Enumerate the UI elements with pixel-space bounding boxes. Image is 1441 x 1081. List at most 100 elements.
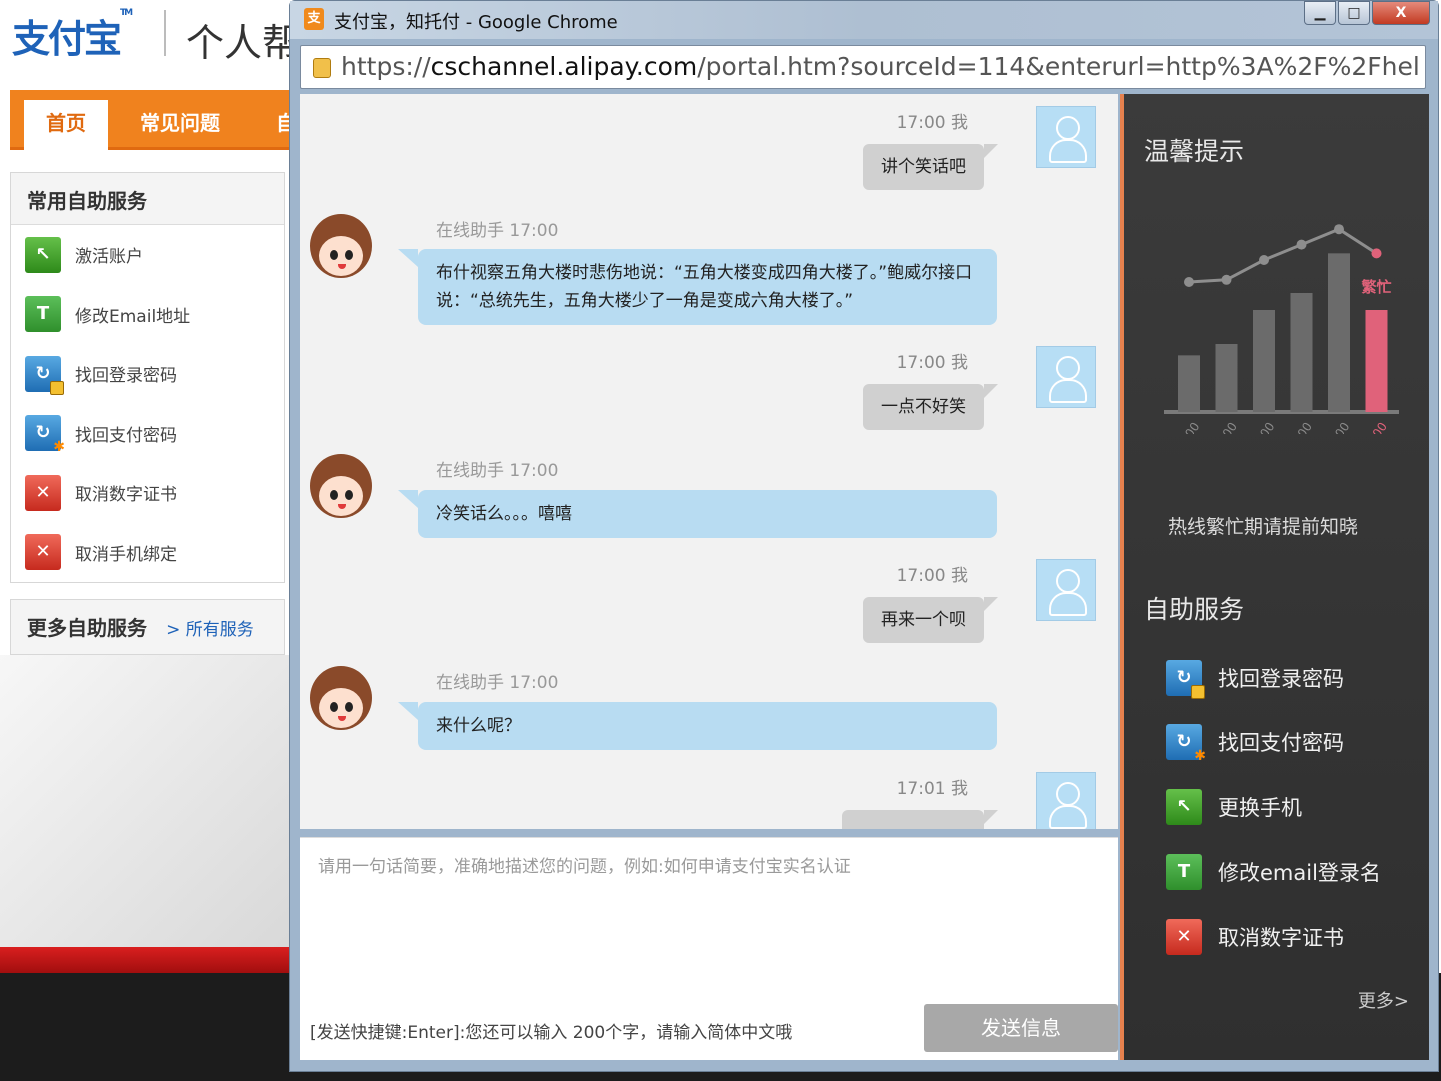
message-meta: 17:00 我 <box>896 113 968 133</box>
close-button[interactable]: X <box>1372 1 1430 25</box>
service-cancel-phone-binding[interactable]: ✕ 取消手机绑定 <box>11 523 284 583</box>
user-message-bubble: 再来一个呗 <box>863 597 998 643</box>
alipay-favicon-icon: 支 <box>304 8 324 30</box>
service-activate-account[interactable]: ↖ 激活账户 <box>11 225 284 285</box>
edit-email-icon: T <box>25 296 61 333</box>
common-services-box: 常用自助服务 ↖ 激活账户 T 修改Email地址 ↻ 找回登录密码 ↻ ✱ 找回… <box>10 172 285 583</box>
user-message-bubble: 讲个笑话吧 <box>863 144 998 190</box>
bar-13:00-14:00 <box>1215 344 1238 412</box>
assistant-avatar <box>310 214 372 278</box>
tick-label: 12:00-13:00 <box>1164 420 1202 434</box>
recover-payment-password-icon: ↻ ✱ <box>25 415 65 455</box>
service-label: 找回支付密码 <box>75 425 177 446</box>
side-item-label: 找回支付密码 <box>1218 731 1344 755</box>
chat-browser-window: 支 支付宝，知托付 - Google Chrome ▁ □ X https://… <box>289 0 1439 1072</box>
side-item-label: 找回登录密码 <box>1218 667 1344 691</box>
main-nav: 首页 常见问题 自 <box>10 90 300 150</box>
user-avatar <box>1036 772 1096 829</box>
side-change-phone[interactable]: ↖ 更换手机 <box>1166 784 1302 830</box>
all-services-link[interactable]: > 所有服务 <box>166 620 254 640</box>
bar-16:00-17:00 <box>1328 253 1350 412</box>
trend-point <box>1371 248 1382 259</box>
trend-point <box>1221 274 1232 285</box>
busy-hours-chart: 12:00-13:0013:00-14:0014:00-15:0015:00-1… <box>1164 224 1399 434</box>
service-label: 修改Email地址 <box>75 306 191 327</box>
minimize-button[interactable]: ▁ <box>1304 1 1336 25</box>
address-bar[interactable]: https://cschannel.alipay.com/portal.htm?… <box>300 45 1426 89</box>
side-cancel-certificate[interactable]: ✕ 取消数字证书 <box>1166 914 1344 960</box>
user-message-bubble <box>842 810 998 829</box>
recover-login-password-icon: ↻ <box>25 355 64 395</box>
input-placeholder: 请用一句话简要，准确地描述您的问题，例如:如何申请支付宝实名认证 <box>318 857 851 877</box>
bar-17:00-18:00 <box>1365 310 1388 412</box>
chat-transcript[interactable]: 17:00 我 讲个笑话吧 在线助手 17:00 布什视察五角大楼时悲伤地说：“… <box>300 94 1118 829</box>
message-meta: 17:01 我 <box>896 779 968 799</box>
change-phone-icon: ↖ <box>1166 789 1202 825</box>
assistant-avatar <box>310 454 372 518</box>
cancel-certificate-icon: ✕ <box>25 474 61 511</box>
bar-12:00-13:00 <box>1178 355 1200 412</box>
side-recover-login-password[interactable]: ↻ 找回登录密码 <box>1166 655 1344 701</box>
recover-login-password-icon: ↻ <box>1166 660 1205 699</box>
send-button[interactable]: 发送信息 <box>924 1004 1118 1052</box>
service-cancel-certificate[interactable]: ✕ 取消数字证书 <box>11 463 284 523</box>
side-edit-email[interactable]: T 修改email登录名 <box>1166 849 1381 895</box>
busy-label: 繁忙 <box>1360 278 1391 296</box>
more-link[interactable]: 更多> <box>1358 987 1409 1013</box>
service-label: 激活账户 <box>75 247 143 268</box>
maximize-button[interactable]: □ <box>1338 1 1370 25</box>
tip-title: 温馨提示 <box>1144 137 1245 166</box>
window-titlebar[interactable]: 支 支付宝，知托付 - Google Chrome ▁ □ X <box>290 1 1438 39</box>
bar-14:00-15:00 <box>1253 310 1275 412</box>
user-avatar <box>1036 106 1096 168</box>
tips-sidebar: 温馨提示 12:00-13:0013:00-14:0014:00-15:0015… <box>1120 94 1429 1060</box>
alipay-logo[interactable]: 支付宝TM <box>12 8 133 63</box>
tab-home[interactable]: 首页 <box>24 100 108 150</box>
side-item-label: 取消数字证书 <box>1218 926 1344 950</box>
assistant-message-bubble: 冷笑话么。。。嘻嘻 <box>398 490 997 538</box>
service-label: 找回登录密码 <box>75 366 177 387</box>
cancel-certificate-icon: ✕ <box>1166 919 1202 955</box>
cancel-phone-binding-icon: ✕ <box>25 534 61 571</box>
message-meta: 在线助手 17:00 <box>436 461 559 481</box>
recover-payment-password-icon: ↻ ✱ <box>1166 724 1206 764</box>
portal-title: 个人帮 <box>186 21 301 65</box>
side-item-label: 更换手机 <box>1218 796 1302 820</box>
lock-icon <box>313 58 331 78</box>
service-recover-login-password[interactable]: ↻ 找回登录密码 <box>11 344 284 404</box>
activate-account-icon: ↖ <box>25 236 61 273</box>
self-service-title: 自助服务 <box>1144 595 1245 624</box>
user-message-bubble: 一点不好笑 <box>863 384 998 430</box>
service-label: 取消数字证书 <box>75 485 177 506</box>
busy-footer: 热线繁忙期请提前知晓 <box>1168 516 1359 538</box>
footer-red-bar <box>0 947 300 973</box>
trend-point <box>1334 224 1344 235</box>
message-meta: 在线助手 17:00 <box>436 673 559 693</box>
more-services-box: 更多自助服务 > 所有服务 <box>10 599 285 655</box>
url-text[interactable]: https://cschannel.alipay.com/portal.htm?… <box>341 52 1421 81</box>
tab-faq[interactable]: 常见问题 <box>118 100 242 150</box>
window-title: 支付宝，知托付 - Google Chrome <box>334 12 618 33</box>
more-services-title: 更多自助服务 <box>27 616 147 640</box>
message-meta: 在线助手 17:00 <box>436 221 559 241</box>
service-recover-payment-password[interactable]: ↻ ✱ 找回支付密码 <box>11 404 284 464</box>
assistant-message-bubble: 来什么呢？ <box>398 702 997 750</box>
assistant-message-bubble: 布什视察五角大楼时悲伤地说：“五角大楼变成四角大楼了。”鲍威尔接口说：“总统先生… <box>398 249 997 325</box>
trend-point <box>1184 277 1194 287</box>
service-edit-email[interactable]: T 修改Email地址 <box>11 285 284 345</box>
logo-divider <box>164 10 166 56</box>
common-services-title: 常用自助服务 <box>11 173 284 225</box>
trend-point <box>1259 255 1269 265</box>
service-label: 取消手机绑定 <box>75 544 177 565</box>
assistant-avatar <box>310 666 372 730</box>
input-hint: [发送快捷键:Enter]:您还可以输入 200个字，请输入简体中文哦 <box>310 1023 793 1043</box>
message-input[interactable]: 请用一句话简要，准确地描述您的问题，例如:如何申请支付宝实名认证 [发送快捷键:… <box>300 837 1118 1060</box>
side-recover-payment-password[interactable]: ↻ ✱ 找回支付密码 <box>1166 719 1344 765</box>
message-meta: 17:00 我 <box>896 566 968 586</box>
side-item-label: 修改email登录名 <box>1218 861 1381 885</box>
trend-point <box>1296 239 1307 250</box>
window-controls: ▁ □ X <box>1302 1 1430 25</box>
user-avatar <box>1036 559 1096 621</box>
message-meta: 17:00 我 <box>896 353 968 373</box>
user-avatar <box>1036 346 1096 408</box>
